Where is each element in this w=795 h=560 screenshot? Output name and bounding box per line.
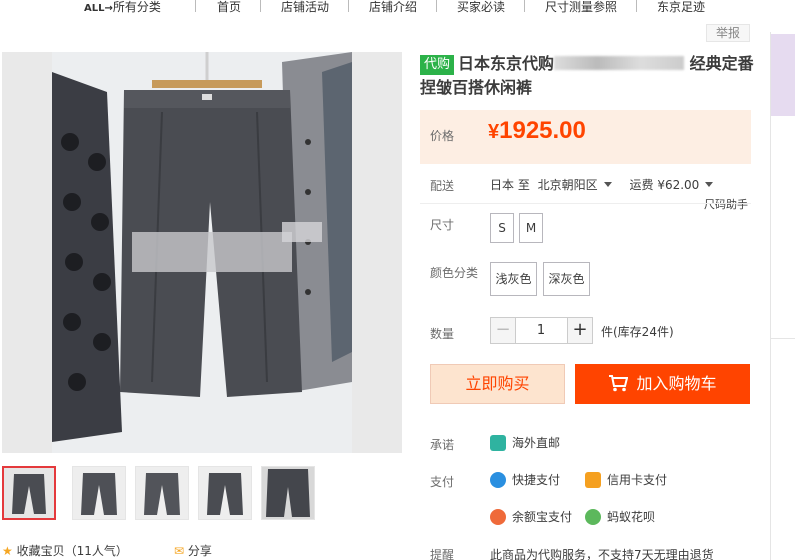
chevron-down-icon <box>603 182 612 187</box>
quantity-label: 数量 <box>430 327 455 341</box>
price-label: 价格 <box>430 129 455 143</box>
delivery-info: 日本 至 北京朝阳区 运费 ¥62.00 <box>490 176 714 193</box>
payment-quick-label: 快捷支付 <box>512 473 561 487</box>
nav-shop-events[interactable]: 店铺活动 <box>281 0 329 15</box>
thumbnail[interactable] <box>72 466 126 520</box>
trousers-thumb-icon <box>136 467 188 519</box>
color-option-light-grey[interactable]: 浅灰色 <box>490 262 537 296</box>
sidebar-promo-strip <box>771 34 795 116</box>
report-button[interactable]: 举报 <box>706 24 750 42</box>
nav-separator <box>636 0 637 12</box>
shipping-fee-select[interactable]: 运费 ¥62.00 <box>630 178 714 192</box>
plane-icon <box>490 434 506 451</box>
title-start: 日本东京代购 <box>458 54 555 73</box>
divider <box>771 338 795 339</box>
trousers-photo <box>52 52 352 453</box>
trousers-thumb-icon <box>73 467 125 519</box>
blurred-title-segment <box>554 56 685 70</box>
trousers-thumb-icon <box>262 467 314 519</box>
color-option-dark-grey[interactable]: 深灰色 <box>543 262 590 296</box>
shipping-fee: 运费 ¥62.00 <box>629 178 700 192</box>
all-categories-label: 所有分类 <box>112 0 161 14</box>
share-label: 分享 <box>187 544 212 558</box>
add-to-cart-label: 加入购物车 <box>636 374 717 393</box>
price-amount: 1925.00 <box>499 117 586 144</box>
thumbnail[interactable] <box>135 466 189 520</box>
tips-text: 此商品为代购服务，不支持7天无理由退货 <box>490 548 714 560</box>
price-panel: 价格 ¥1925.00 <box>420 110 751 164</box>
nav-size-reference[interactable]: 尺寸测量参照 <box>545 0 617 15</box>
size-label: 尺寸 <box>430 218 455 232</box>
nav-home[interactable]: 首页 <box>217 0 241 15</box>
payment-quick[interactable]: 快捷支付 <box>490 471 560 488</box>
currency-symbol: ¥ <box>488 121 500 143</box>
thumbnail[interactable] <box>261 466 315 520</box>
trousers-thumb-icon <box>4 468 54 518</box>
cart-icon <box>609 375 629 392</box>
quick-pay-icon <box>490 471 506 488</box>
thumbnail[interactable] <box>198 466 252 520</box>
color-label: 颜色分类 <box>430 266 479 280</box>
nav-separator <box>524 0 525 12</box>
collect-label: 收藏宝贝（11人气） <box>16 544 128 558</box>
payment-label: 支付 <box>430 475 455 489</box>
promise-label: 承诺 <box>430 438 455 452</box>
payment-huabei-label: 蚂蚁花呗 <box>607 510 656 524</box>
payment-credit-label: 信用卡支付 <box>607 473 668 487</box>
nav-buyer-notes[interactable]: 买家必读 <box>457 0 505 15</box>
yuebao-icon <box>490 508 506 525</box>
delivery-to: 北京朝阳区 <box>537 178 598 192</box>
nav-separator <box>348 0 349 12</box>
nav-separator <box>195 0 196 12</box>
collect-item-link[interactable]: ★ 收藏宝贝（11人气） <box>2 542 128 559</box>
quantity-decrease-button[interactable]: − <box>490 317 516 344</box>
trousers-thumb-icon <box>199 467 251 519</box>
share-icon: ✉ <box>174 544 185 558</box>
thumbnail[interactable] <box>2 466 56 520</box>
divider <box>420 203 751 204</box>
product-title: 代购 日本东京代购 经典定番 捏皱百搭休闲裤 <box>420 52 760 100</box>
star-icon: ★ <box>2 544 13 558</box>
price-value: ¥1925.00 <box>488 117 586 145</box>
promise-overseas-direct[interactable]: 海外直邮 <box>490 434 560 451</box>
nav-tokyo-footprint[interactable]: 东京足迹 <box>657 0 705 15</box>
all-prefix: ALL→ <box>84 3 113 14</box>
buy-now-button[interactable]: 立即购买 <box>430 364 565 404</box>
nav-separator <box>260 0 261 12</box>
quantity-increase-button[interactable]: + <box>567 317 593 344</box>
payment-huabei[interactable]: 蚂蚁花呗 <box>585 508 655 525</box>
payment-yuebao[interactable]: 余额宝支付 <box>490 508 572 525</box>
huabei-icon <box>585 508 601 525</box>
credit-card-icon <box>585 471 601 488</box>
nav-shop-intro[interactable]: 店铺介绍 <box>369 0 417 15</box>
payment-yuebao-label: 余额宝支付 <box>512 510 573 524</box>
right-sidebar <box>770 32 795 560</box>
add-to-cart-button[interactable]: 加入购物车 <box>575 364 750 404</box>
share-link[interactable]: ✉ 分享 <box>174 542 212 559</box>
tips-label: 提醒 <box>430 548 455 560</box>
delivery-from: 日本 至 <box>490 178 530 192</box>
promise-text: 海外直邮 <box>512 436 561 450</box>
top-nav: ALL→所有分类 首页 店铺活动 店铺介绍 买家必读 尺寸测量参照 东京足迹 <box>0 0 795 14</box>
delivery-destination-select[interactable]: 北京朝阳区 <box>538 178 612 192</box>
nav-separator <box>436 0 437 12</box>
main-product-image[interactable] <box>2 52 402 453</box>
size-helper-link[interactable]: 尺码助手 <box>704 196 748 212</box>
daigou-badge: 代购 <box>420 55 455 75</box>
all-categories-link[interactable]: ALL→所有分类 <box>84 0 161 15</box>
chevron-down-icon <box>705 182 714 187</box>
size-option-m[interactable]: M <box>519 213 543 243</box>
quantity-input[interactable]: 1 <box>515 317 567 344</box>
payment-credit-card[interactable]: 信用卡支付 <box>585 471 667 488</box>
stock-info: 件(库存24件) <box>601 325 674 339</box>
delivery-label: 配送 <box>430 179 455 193</box>
size-option-s[interactable]: S <box>490 213 514 243</box>
